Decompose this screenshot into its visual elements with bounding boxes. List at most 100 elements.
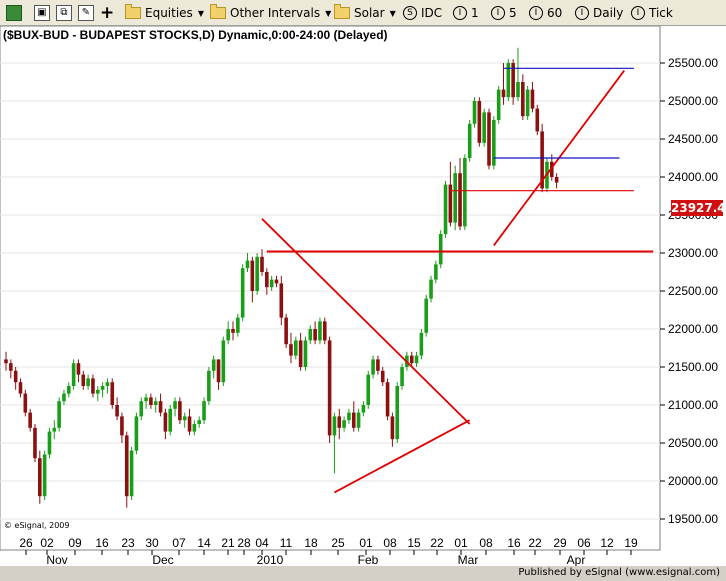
daily-button[interactable]: I Daily (575, 3, 623, 23)
candle-body (472, 101, 477, 124)
candle-body (409, 355, 414, 364)
candle-body (144, 397, 148, 402)
candle-body (260, 256, 264, 272)
interval-5-button[interactable]: I 5 (491, 3, 517, 23)
candle-body (149, 397, 153, 405)
candle-body (347, 412, 351, 421)
candle-body (182, 416, 187, 421)
candle-body (95, 389, 100, 394)
candle-body (52, 427, 57, 432)
candle-body (453, 173, 457, 223)
footer: Published by eSignal (www.esignal.com) (0, 566, 726, 581)
candle-body (385, 382, 390, 417)
chevron-down-icon: ▼ (325, 8, 332, 18)
candle-body (250, 260, 255, 291)
candle-body (342, 420, 346, 428)
x-tick-label: 22 (528, 536, 542, 550)
candle-body (322, 321, 327, 341)
candle-body (414, 355, 419, 364)
candle-body (535, 108, 540, 132)
save-icon[interactable]: ▣ (34, 3, 50, 23)
interval-1-button[interactable]: I 1 (453, 3, 479, 23)
candle-body (71, 363, 76, 386)
price-chart[interactable]: 19500.00 20000.00 20500.00 21000.00 21500.00… (0, 26, 726, 566)
candle-body (463, 158, 467, 227)
candle-body (28, 412, 32, 428)
candle-body (86, 378, 90, 386)
candle-body (153, 401, 158, 405)
candle-body (38, 458, 42, 497)
candle-body (4, 359, 8, 364)
x-tick-label: 16 (507, 536, 521, 550)
x-month-label: Nov (46, 553, 67, 566)
x-month-label: Dec (152, 553, 173, 566)
other-intervals-dropdown[interactable]: Other Intervals ▼ (210, 3, 331, 23)
equities-dropdown[interactable]: Equities ▼ (125, 3, 204, 23)
candle-body (76, 363, 81, 375)
candle-body (313, 329, 317, 341)
x-tick-label: 22 (430, 536, 444, 550)
candle-body (269, 279, 274, 288)
candle-body (81, 374, 86, 386)
interval-icon: I (491, 6, 505, 20)
x-tick-label: 18 (304, 536, 318, 550)
candle-body (308, 329, 313, 341)
x-tick-label: 19 (624, 536, 638, 550)
candle-body (245, 260, 250, 269)
candle-body (221, 340, 226, 383)
y-tick-label: 21500.00 (668, 360, 718, 374)
x-tick-label: 23 (121, 536, 135, 550)
candle-body (23, 393, 28, 413)
x-month-label: Apr (567, 553, 586, 566)
y-tick-label: 22500.00 (668, 284, 718, 298)
crosshair-icon[interactable]: + (100, 3, 114, 23)
interval-60-button[interactable]: I 60 (529, 3, 562, 23)
properties-icon[interactable]: ✎ (78, 3, 94, 23)
candle-body (390, 416, 395, 440)
publisher-label: Published by eSignal (www.esignal.com) (518, 567, 720, 578)
candle-body (361, 405, 366, 413)
interval-icon: I (631, 6, 645, 20)
idc-button[interactable]: S IDC (403, 3, 442, 23)
x-tick-label: 12 (600, 536, 614, 550)
candle-body (202, 401, 206, 421)
candle-body (332, 416, 337, 436)
chart-type-icon[interactable] (6, 3, 22, 23)
candle-body (240, 268, 245, 318)
candle-body (110, 382, 115, 405)
x-tick-label: 01 (359, 536, 373, 550)
tick-button[interactable]: I Tick (631, 3, 673, 23)
candle-body (487, 112, 491, 166)
candle-body (236, 317, 240, 333)
candle-body (139, 401, 144, 417)
candle-body (105, 382, 110, 386)
y-tick-label: 20500.00 (668, 436, 718, 450)
candle-body (216, 359, 221, 383)
candle-body (163, 412, 168, 432)
candle-body (62, 393, 66, 402)
candle-body (424, 298, 429, 333)
candle-body (284, 317, 288, 345)
candle-body (482, 112, 486, 143)
x-tick-label: 07 (172, 536, 186, 550)
x-tick-label: 04 (255, 536, 269, 550)
x-month-label: Mar (458, 553, 479, 566)
s-circle-icon: S (403, 6, 417, 20)
x-month-label: Feb (358, 553, 379, 566)
chart-svg: 19500.00 20000.00 20500.00 21000.00 21500.00… (0, 26, 718, 566)
candle-body (521, 82, 525, 117)
chevron-down-icon: ▼ (389, 8, 396, 18)
copy-icon[interactable]: ⧉ (56, 3, 72, 23)
candle-body (57, 401, 61, 428)
candle-body (18, 382, 23, 394)
candle-body (294, 340, 298, 356)
x-tick-label: 01 (454, 536, 468, 550)
solar-dropdown[interactable]: Solar ▼ (334, 3, 396, 23)
x-month-label: 2010 (257, 553, 284, 566)
folder-icon (334, 4, 350, 19)
y-tick-label: 22000.00 (668, 322, 718, 336)
candle-body (443, 184, 448, 234)
x-tick-label: 14 (197, 536, 211, 550)
candle-body (351, 412, 356, 428)
candle-body (289, 344, 293, 356)
